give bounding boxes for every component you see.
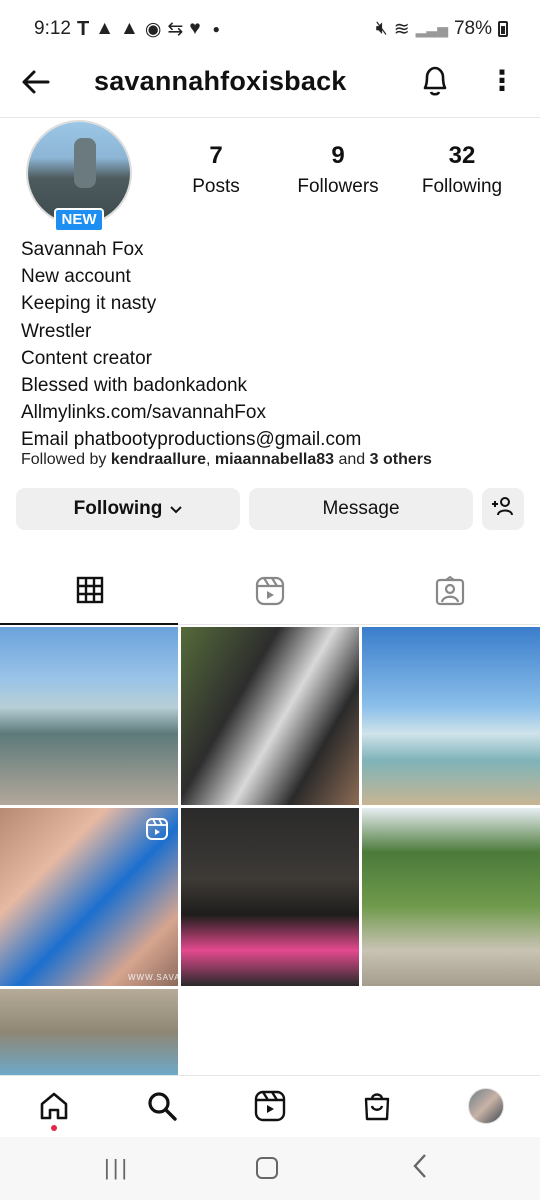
following-button[interactable]: Following [16, 488, 240, 530]
followed-by[interactable]: Followed by kendraallure, miaannabella83… [21, 451, 432, 469]
bottom-nav [0, 1075, 540, 1137]
system-back-icon[interactable] [412, 1153, 428, 1183]
tab-divider [178, 624, 540, 625]
tagged-icon [435, 575, 465, 611]
status-time: 9:12 [34, 18, 71, 39]
posts-label: Posts [192, 176, 240, 197]
tab-reels[interactable] [180, 572, 360, 624]
app-icon: ◉ [144, 18, 162, 40]
followed-by-others[interactable]: 3 others [370, 451, 432, 468]
tab-grid[interactable] [0, 572, 180, 624]
active-tab-indicator [0, 623, 178, 625]
follower-miaannabella83[interactable]: miaannabella83 [215, 451, 334, 468]
battery-icon [498, 21, 508, 37]
bio-link[interactable]: Allmylinks.com/savannahFox [21, 399, 361, 426]
grid-icon [76, 576, 104, 609]
alert-icon: ▲ [120, 18, 139, 39]
message-button-label: Message [322, 498, 400, 519]
new-badge: NEW [54, 208, 104, 232]
wifi-icon: ≋ [393, 18, 410, 40]
post-thumbnail[interactable] [362, 808, 540, 986]
post-thumbnail[interactable] [0, 627, 178, 805]
system-nav-bar: ||| [0, 1137, 540, 1200]
search-icon[interactable] [144, 1088, 180, 1124]
bio-line: Wrestler [21, 320, 92, 342]
profile-header: savannahfoxisback ⋮ [0, 58, 540, 118]
bio-line: Keeping it nasty [21, 293, 157, 315]
profile-username: savannahfoxisback [94, 66, 347, 96]
profile-bio: Savannah Fox New account Keeping it nast… [21, 236, 361, 454]
following-label: Following [421, 176, 503, 197]
following-button-label: Following [73, 498, 163, 519]
tab-tagged[interactable] [360, 572, 540, 624]
status-left: 9:12 T ▲ ▲ ◉ ⇆ ♥ ● [34, 18, 220, 41]
reels-icon [255, 576, 285, 611]
followers-count: 9 [331, 142, 345, 169]
add-user-button[interactable] [482, 488, 524, 530]
follower-kendraallure[interactable]: kendraallure [111, 451, 206, 468]
recent-apps-icon[interactable]: ||| [104, 1155, 130, 1185]
alert-icon: ▲ [95, 18, 115, 39]
post-thumbnail[interactable] [0, 989, 178, 1075]
tmobile-icon: T [76, 17, 90, 40]
bio-email[interactable]: Email phatbootyproductions@gmail.com [21, 426, 361, 453]
more-options-icon[interactable]: ⋮ [488, 66, 516, 102]
following-count: 32 [448, 142, 476, 169]
status-right: 🔇︎ ≋ ▂▃▅ 78% [376, 18, 508, 41]
bio-line: New account [21, 266, 131, 288]
post-watermark: WWW.SAVAN [128, 973, 178, 982]
reel-badge-icon [146, 818, 168, 840]
post-thumbnail[interactable] [362, 627, 540, 805]
reels-nav-icon[interactable] [252, 1088, 288, 1124]
status-bar: 9:12 T ▲ ▲ ◉ ⇆ ♥ ● 🔇︎ ≋ ▂▃▅ 78% [0, 0, 540, 58]
home-icon[interactable] [36, 1088, 72, 1124]
mute-icon: 🔇︎ [375, 18, 388, 39]
notification-dot [51, 1125, 57, 1131]
message-button[interactable]: Message [249, 488, 473, 530]
header-divider [0, 117, 540, 118]
post-thumbnail[interactable] [181, 808, 359, 986]
signal-icon: ▂▃▅ [415, 20, 448, 37]
sync-icon: ⇆ [167, 18, 184, 40]
followed-by-prefix: Followed by [21, 451, 111, 468]
shop-icon[interactable] [359, 1088, 395, 1124]
heart-icon: ♥ [189, 18, 201, 39]
bio-line: Blessed with badonkadonk [21, 375, 248, 397]
followed-by-sep: , [205, 451, 215, 468]
dot-icon: ● [212, 22, 220, 36]
profile-name: Savannah Fox [21, 239, 144, 260]
followers-label: Followers [297, 176, 379, 197]
followed-by-and: and [334, 451, 370, 468]
system-home-icon[interactable] [256, 1157, 278, 1179]
stat-following[interactable]: 32 Following [414, 142, 510, 198]
bell-icon[interactable] [419, 64, 451, 100]
post-thumbnail[interactable]: WWW.SAVAN [0, 808, 178, 986]
post-thumbnail[interactable] [181, 627, 359, 805]
back-arrow-icon[interactable] [20, 66, 56, 102]
bio-line: Content creator [21, 347, 152, 369]
add-user-icon [491, 496, 515, 522]
posts-count: 7 [209, 142, 223, 169]
profile-avatar[interactable] [468, 1088, 504, 1124]
chevron-down-icon [170, 502, 183, 517]
battery-label: 78% [453, 18, 492, 39]
stat-followers[interactable]: 9 Followers [290, 142, 386, 198]
stat-posts[interactable]: 7 Posts [180, 142, 252, 198]
